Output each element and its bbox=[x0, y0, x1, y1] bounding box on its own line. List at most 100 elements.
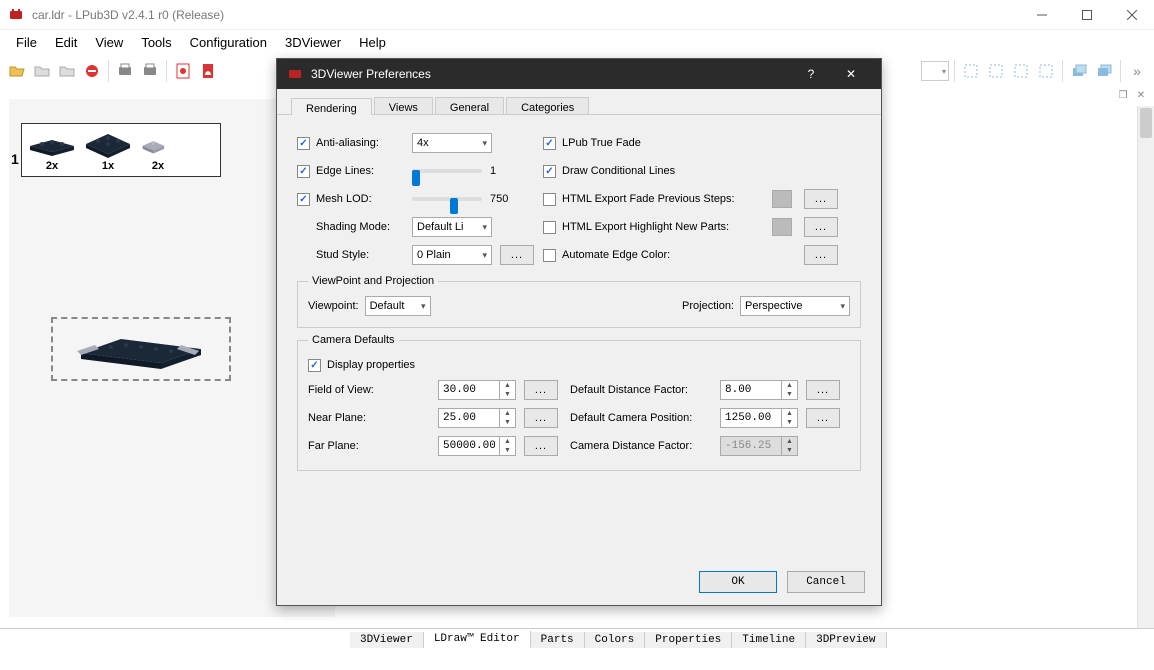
ok-button[interactable]: OK bbox=[699, 571, 777, 593]
automate-edge-dots[interactable]: ... bbox=[804, 245, 838, 265]
camera-section: Camera Defaults Display properties Field… bbox=[297, 334, 861, 471]
tab-categories[interactable]: Categories bbox=[506, 97, 589, 114]
projection-label: Projection: bbox=[682, 300, 734, 312]
menu-help[interactable]: Help bbox=[351, 33, 394, 52]
tab-views[interactable]: Views bbox=[374, 97, 433, 114]
mesh-lod-label: Mesh LOD: bbox=[316, 193, 412, 205]
open-icon[interactable] bbox=[6, 60, 28, 82]
dialog-body: Anti-aliasing: 4x LPub True Fade Edge Li… bbox=[277, 115, 881, 491]
dialog-icon bbox=[287, 66, 303, 82]
far-dots[interactable]: ... bbox=[524, 436, 558, 456]
stud-style-dots[interactable]: ... bbox=[500, 245, 534, 265]
cancel-button[interactable]: Cancel bbox=[787, 571, 865, 593]
cdf-label: Camera Distance Factor: bbox=[570, 440, 720, 452]
viewpoint-legend: ViewPoint and Projection bbox=[308, 275, 438, 287]
display-properties-checkbox[interactable] bbox=[308, 359, 321, 372]
tab-rendering[interactable]: Rendering bbox=[291, 98, 372, 115]
bottom-tabs: 3DViewer LDraw™ Editor Parts Colors Prop… bbox=[0, 628, 1154, 650]
maximize-button[interactable] bbox=[1064, 0, 1109, 30]
part-qty: 1x bbox=[102, 160, 114, 172]
save-icon[interactable] bbox=[31, 60, 53, 82]
menubar: File Edit View Tools Configuration 3DVie… bbox=[0, 30, 1154, 54]
vertical-scrollbar[interactable] bbox=[1137, 106, 1154, 628]
tab-properties[interactable]: Properties bbox=[645, 632, 732, 648]
lpub-true-fade-checkbox[interactable] bbox=[543, 137, 556, 150]
panel-close-icon[interactable]: ✕ bbox=[1134, 88, 1148, 102]
pdf-icon[interactable] bbox=[172, 60, 194, 82]
parts-list[interactable]: 2x 1x 2x bbox=[21, 123, 221, 177]
view4-icon[interactable] bbox=[1035, 60, 1057, 82]
menu-edit[interactable]: Edit bbox=[47, 33, 85, 52]
draw-conditional-checkbox[interactable] bbox=[543, 165, 556, 178]
close-file-icon[interactable] bbox=[56, 60, 78, 82]
fov-dots[interactable]: ... bbox=[524, 380, 558, 400]
ddf-input[interactable]: ▲▼ bbox=[720, 380, 798, 400]
tab-colors[interactable]: Colors bbox=[585, 632, 646, 648]
ddf-dots[interactable]: ... bbox=[806, 380, 840, 400]
menu-tools[interactable]: Tools bbox=[133, 33, 179, 52]
view2-icon[interactable] bbox=[985, 60, 1007, 82]
html-highlight-dots[interactable]: ... bbox=[804, 217, 838, 237]
mesh-lod-checkbox[interactable] bbox=[297, 193, 310, 206]
help-button[interactable]: ? bbox=[791, 59, 831, 89]
menu-configuration[interactable]: Configuration bbox=[182, 33, 275, 52]
tab-3dpreview[interactable]: 3DPreview bbox=[806, 632, 886, 648]
tab-3dviewer[interactable]: 3DViewer bbox=[350, 632, 424, 648]
mesh-lod-slider[interactable] bbox=[412, 190, 482, 208]
tab-general[interactable]: General bbox=[435, 97, 504, 114]
html-fade-prev-checkbox[interactable] bbox=[543, 193, 556, 206]
html-fade-prev-label: HTML Export Fade Previous Steps: bbox=[562, 193, 772, 205]
fov-input[interactable]: ▲▼ bbox=[438, 380, 516, 400]
stud-style-label: Stud Style: bbox=[316, 249, 412, 261]
html-fade-dots[interactable]: ... bbox=[804, 189, 838, 209]
undock-icon[interactable]: ❐ bbox=[1116, 88, 1130, 102]
edge-lines-slider[interactable] bbox=[412, 162, 482, 180]
dialog-title: 3DViewer Preferences bbox=[311, 67, 791, 81]
viewpoint-select[interactable]: Default bbox=[365, 296, 431, 316]
view1-icon[interactable] bbox=[960, 60, 982, 82]
menu-3dviewer[interactable]: 3DViewer bbox=[277, 33, 349, 52]
more-icon[interactable]: » bbox=[1126, 60, 1148, 82]
anti-aliasing-checkbox[interactable] bbox=[297, 137, 310, 150]
minimize-button[interactable] bbox=[1019, 0, 1064, 30]
pdf-export-icon[interactable] bbox=[197, 60, 219, 82]
html-highlight-checkbox[interactable] bbox=[543, 221, 556, 234]
far-input[interactable]: ▲▼ bbox=[438, 436, 516, 456]
dcp-input[interactable]: ▲▼ bbox=[720, 408, 798, 428]
part-item: 2x bbox=[138, 132, 178, 172]
edge-lines-checkbox[interactable] bbox=[297, 165, 310, 178]
tab-parts[interactable]: Parts bbox=[531, 632, 585, 648]
dialog-close-button[interactable]: ✕ bbox=[831, 59, 871, 89]
color-selector[interactable] bbox=[921, 61, 949, 81]
delete-icon[interactable] bbox=[81, 60, 103, 82]
assembly-view[interactable] bbox=[51, 317, 231, 381]
shading-mode-select[interactable]: Default Li bbox=[412, 217, 492, 237]
menu-file[interactable]: File bbox=[8, 33, 45, 52]
automate-edge-checkbox[interactable] bbox=[543, 249, 556, 262]
anti-aliasing-select[interactable]: 4x bbox=[412, 133, 492, 153]
view3-icon[interactable] bbox=[1010, 60, 1032, 82]
dialog-titlebar[interactable]: 3DViewer Preferences ? ✕ bbox=[277, 59, 881, 89]
part-item: 1x bbox=[82, 128, 134, 172]
html-highlight-label: HTML Export Highlight New Parts: bbox=[562, 221, 772, 233]
dcp-label: Default Camera Position: bbox=[570, 412, 720, 424]
part-item: 2x bbox=[26, 132, 78, 172]
lpub-true-fade-label: LPub True Fade bbox=[562, 137, 641, 149]
dcp-dots[interactable]: ... bbox=[806, 408, 840, 428]
close-button[interactable] bbox=[1109, 0, 1154, 30]
edge-lines-label: Edge Lines: bbox=[316, 165, 412, 177]
menu-view[interactable]: View bbox=[87, 33, 131, 52]
print-preview-icon[interactable] bbox=[114, 60, 136, 82]
tab-ldraw-editor[interactable]: LDraw™ Editor bbox=[424, 631, 531, 648]
html-fade-color[interactable] bbox=[772, 190, 792, 208]
print-icon[interactable] bbox=[139, 60, 161, 82]
stud-style-select[interactable]: 0 Plain bbox=[412, 245, 492, 265]
html-highlight-color[interactable] bbox=[772, 218, 792, 236]
near-dots[interactable]: ... bbox=[524, 408, 558, 428]
stack1-icon[interactable] bbox=[1068, 60, 1090, 82]
near-input[interactable]: ▲▼ bbox=[438, 408, 516, 428]
tab-timeline[interactable]: Timeline bbox=[732, 632, 806, 648]
projection-select[interactable]: Perspective bbox=[740, 296, 850, 316]
stack2-icon[interactable] bbox=[1093, 60, 1115, 82]
anti-aliasing-label: Anti-aliasing: bbox=[316, 137, 412, 149]
